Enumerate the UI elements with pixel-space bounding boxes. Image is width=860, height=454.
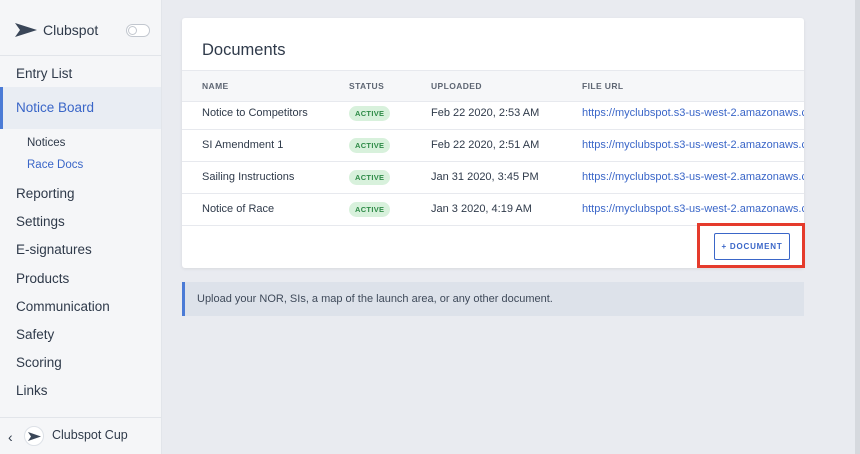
info-notice: Upload your NOR, SIs, a map of the launc… (182, 282, 804, 316)
status-badge: ACTIVE (349, 138, 391, 153)
uploaded-date: Jan 3 2020, 4:19 AM (431, 203, 532, 215)
table-row[interactable]: Notice to Competitors ACTIVE Feb 22 2020… (182, 97, 804, 130)
sidebar-item-products[interactable]: Products (0, 265, 161, 293)
file-url-link[interactable]: https://myclubspot.s3-us-west-2.amazonaw… (582, 193, 804, 225)
sidebar-item-notice-board[interactable]: Notice Board (0, 87, 161, 129)
mode-toggle[interactable] (126, 24, 150, 37)
club-avatar (24, 426, 44, 446)
page-title: Documents (202, 41, 286, 59)
sidebar-item-e-signatures[interactable]: E-signatures (0, 236, 161, 264)
toggle-knob (128, 26, 137, 35)
table-row[interactable]: Sailing Instructions ACTIVE Jan 31 2020,… (182, 161, 804, 194)
file-url-link[interactable]: https://myclubspot.s3-us-west-2.amazonaw… (582, 97, 804, 129)
document-name: Sailing Instructions (202, 171, 295, 183)
brand[interactable]: Clubspot (15, 20, 98, 40)
sidebar-item-settings[interactable]: Settings (0, 208, 161, 236)
sidebar-item-reporting[interactable]: Reporting (0, 180, 161, 208)
sidebar-subitem-notices[interactable]: Notices (27, 135, 65, 151)
notice-text: Upload your NOR, SIs, a map of the launc… (197, 293, 553, 305)
status-badge: ACTIVE (349, 202, 391, 217)
highlight-box (697, 223, 805, 268)
file-url-link[interactable]: https://myclubspot.s3-us-west-2.amazonaw… (582, 129, 804, 161)
brand-name: Clubspot (43, 22, 99, 38)
sidebar: Clubspot Entry List Notice Board Notices… (0, 0, 162, 454)
window-edge (855, 0, 860, 454)
uploaded-date: Jan 31 2020, 3:45 PM (431, 171, 539, 183)
club-switcher[interactable]: ‹ Clubspot Cup (0, 418, 161, 454)
clubspot-logo-icon (15, 23, 37, 37)
status-badge: ACTIVE (349, 170, 391, 185)
sidebar-item-entry-list[interactable]: Entry List (0, 60, 161, 88)
sidebar-divider (0, 55, 161, 56)
document-name: Notice of Race (202, 203, 275, 215)
document-name: Notice to Competitors (202, 107, 308, 119)
uploaded-date: Feb 22 2020, 2:53 AM (431, 107, 540, 119)
chevron-left-icon[interactable]: ‹ (8, 429, 13, 445)
status-badge: ACTIVE (349, 106, 391, 121)
document-name: SI Amendment 1 (202, 139, 284, 151)
sidebar-item-scoring[interactable]: Scoring (0, 349, 161, 377)
sidebar-subitem-race-docs[interactable]: Race Docs (27, 157, 83, 173)
club-name: Clubspot Cup (52, 428, 128, 442)
sidebar-item-communication[interactable]: Communication (0, 293, 161, 321)
sidebar-item-safety[interactable]: Safety (0, 321, 161, 349)
table-row[interactable]: SI Amendment 1 ACTIVE Feb 22 2020, 2:51 … (182, 129, 804, 162)
sailboat-icon (28, 432, 41, 441)
sidebar-item-links[interactable]: Links (0, 377, 161, 405)
table-row[interactable]: Notice of Race ACTIVE Jan 3 2020, 4:19 A… (182, 193, 804, 226)
file-url-link[interactable]: https://myclubspot.s3-us-west-2.amazonaw… (582, 161, 804, 193)
uploaded-date: Feb 22 2020, 2:51 AM (431, 139, 540, 151)
